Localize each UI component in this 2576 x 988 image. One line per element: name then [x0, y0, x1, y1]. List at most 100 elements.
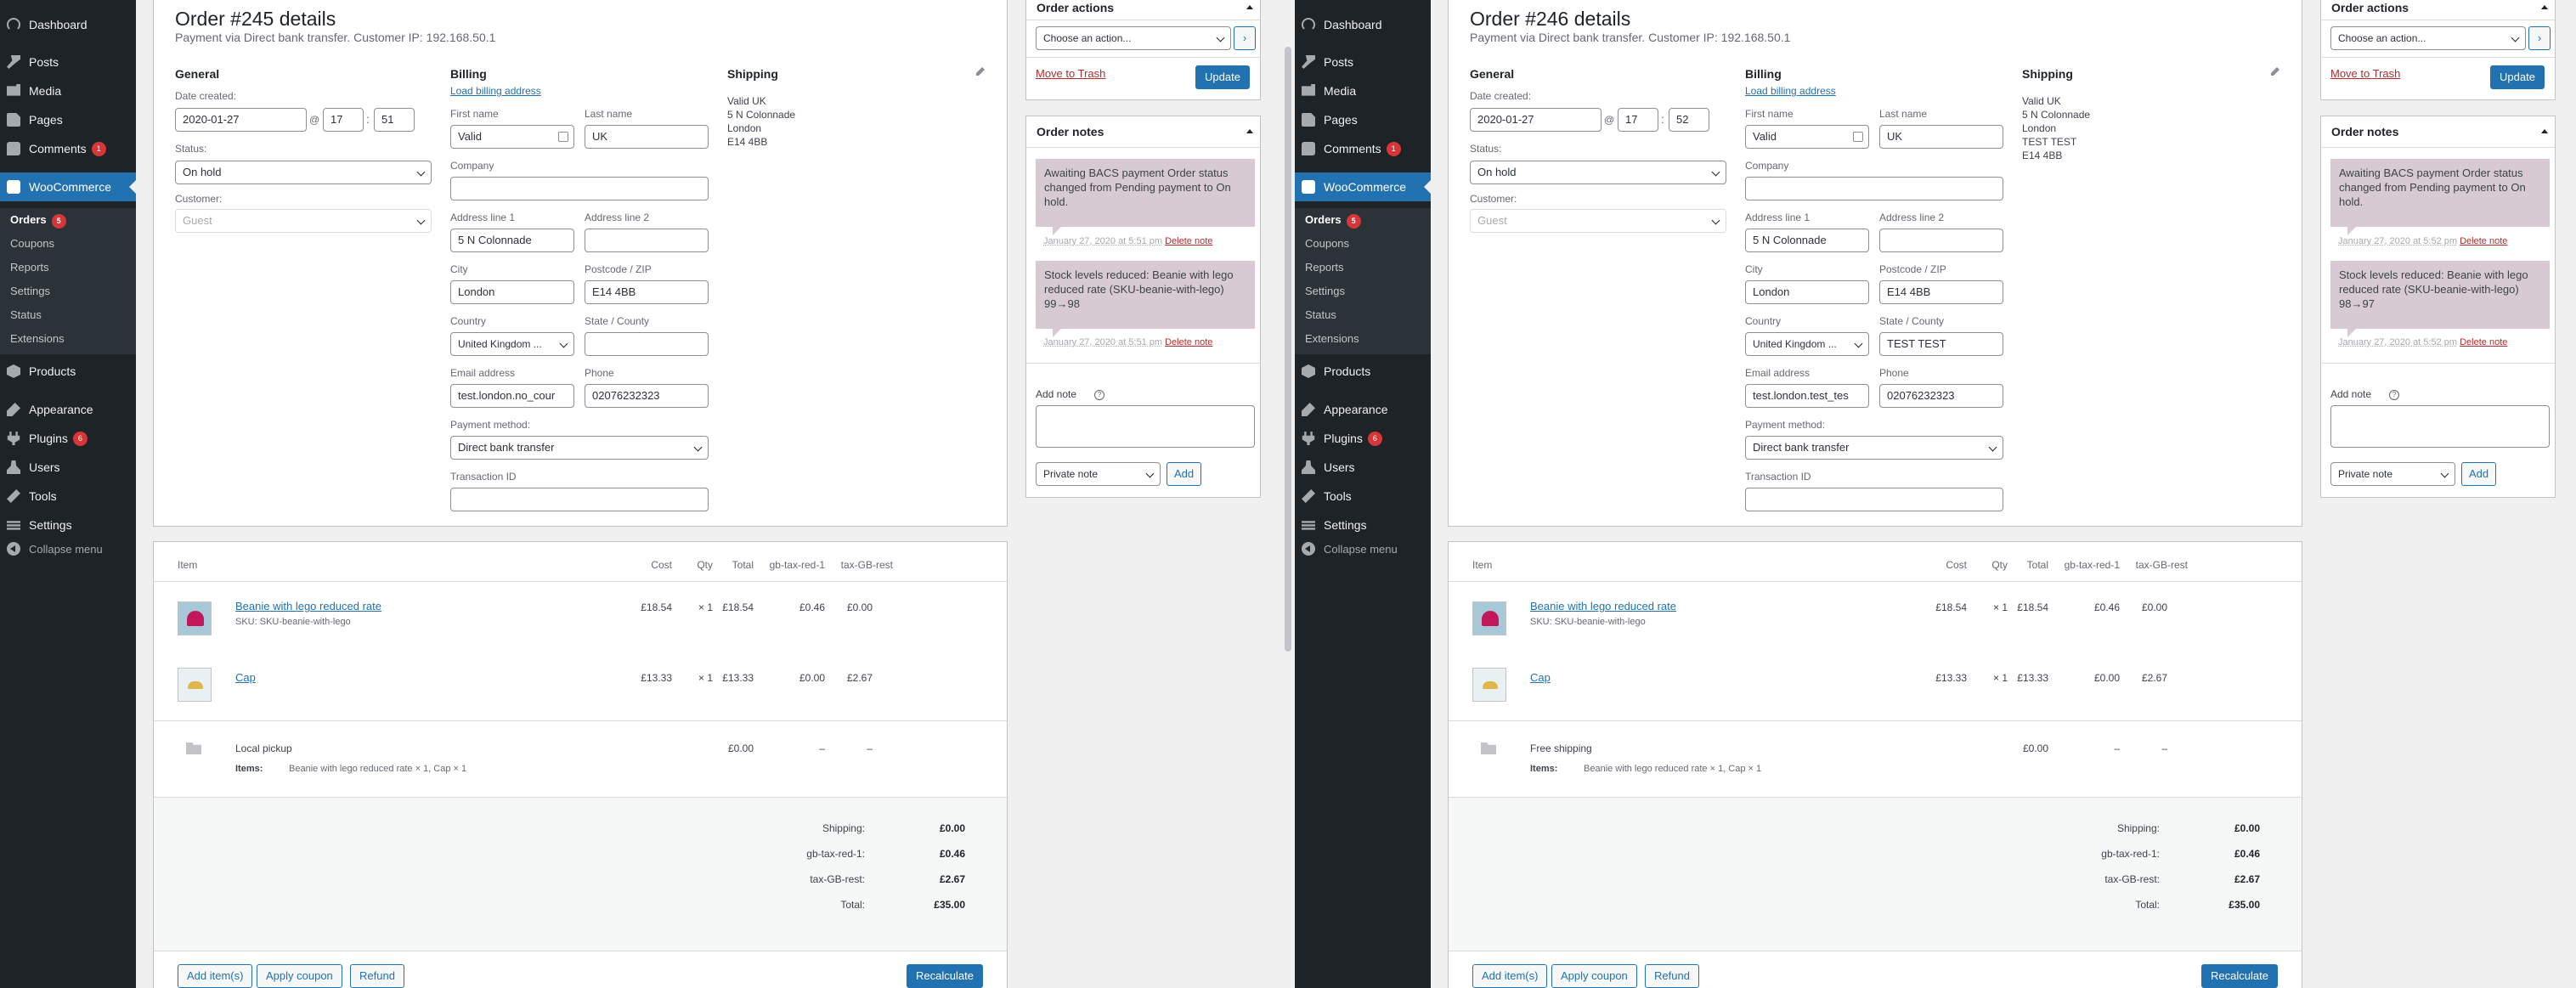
customer-select[interactable]: Guest: [1470, 209, 1726, 233]
apply-coupon-button[interactable]: Apply coupon: [257, 964, 342, 988]
move-to-trash-link[interactable]: Move to Trash: [2330, 67, 2400, 80]
billing-city-field[interactable]: London: [1745, 280, 1869, 304]
menu-comments[interactable]: Comments 1: [1295, 134, 1431, 163]
submenu-extensions[interactable]: Extensions: [1305, 327, 1359, 351]
menu-dashboard[interactable]: Dashboard: [0, 10, 136, 39]
hour-field[interactable]: 17: [323, 108, 364, 132]
status-select[interactable]: On hold: [1470, 161, 1726, 184]
menu-settings[interactable]: Settings: [0, 511, 136, 539]
status-select[interactable]: On hold: [175, 161, 432, 184]
item-name-link[interactable]: Cap: [235, 671, 256, 684]
customer-select[interactable]: Guest: [175, 209, 432, 233]
menu-media[interactable]: Media: [0, 76, 136, 105]
menu-products[interactable]: Products: [0, 357, 136, 386]
billing-state-field[interactable]: [585, 332, 709, 356]
minute-field[interactable]: 52: [1669, 108, 1709, 132]
menu-posts[interactable]: Posts: [0, 48, 136, 76]
menu-settings[interactable]: Settings: [1295, 511, 1431, 539]
collapse-panel-icon[interactable]: [1246, 5, 1253, 9]
menu-media[interactable]: Media: [1295, 76, 1431, 105]
menu-woocommerce[interactable]: WooCommerce: [0, 172, 136, 201]
delete-note-link[interactable]: Delete note: [2460, 236, 2507, 246]
menu-users[interactable]: Users: [0, 453, 136, 482]
edit-pencil-icon[interactable]: [2271, 67, 2279, 76]
item-name-link[interactable]: Beanie with lego reduced rate: [235, 600, 381, 613]
order-action-select[interactable]: Choose an action...: [2330, 26, 2526, 50]
collapse-menu-button[interactable]: Collapse menu: [1302, 542, 1398, 556]
help-icon[interactable]: ?: [2389, 390, 2399, 400]
billing-address-1-field[interactable]: 5 N Colonnade: [450, 229, 574, 252]
submenu-reports[interactable]: Reports: [1305, 256, 1344, 279]
menu-plugins[interactable]: Plugins 6: [0, 424, 136, 453]
submenu-status[interactable]: Status: [1305, 303, 1336, 327]
submenu-extensions[interactable]: Extensions: [10, 327, 65, 351]
submenu-status[interactable]: Status: [10, 303, 42, 327]
billing-company-field[interactable]: [450, 177, 709, 200]
order-action-select[interactable]: Choose an action...: [1036, 26, 1231, 50]
add-items-button[interactable]: Add item(s): [1472, 964, 1548, 988]
recalculate-button[interactable]: Recalculate: [907, 964, 983, 988]
minute-field[interactable]: 51: [374, 108, 415, 132]
billing-country-select[interactable]: United Kingdom ...: [1745, 332, 1869, 356]
billing-postcode-field[interactable]: E14 4BB: [1879, 280, 2003, 304]
note-type-select[interactable]: Private note: [1036, 462, 1161, 486]
billing-postcode-field[interactable]: E14 4BB: [585, 280, 709, 304]
note-textarea[interactable]: [2330, 405, 2550, 448]
billing-address-2-field[interactable]: [585, 229, 709, 252]
collapse-panel-icon[interactable]: [2541, 129, 2548, 133]
submenu-reports[interactable]: Reports: [10, 256, 49, 279]
refund-button[interactable]: Refund: [350, 964, 404, 988]
menu-dashboard[interactable]: Dashboard: [1295, 10, 1431, 39]
apply-action-button[interactable]: ›: [1234, 26, 1256, 50]
apply-action-button[interactable]: ›: [2528, 26, 2551, 50]
menu-pages[interactable]: Pages: [0, 105, 136, 134]
item-name-link[interactable]: Cap: [1530, 671, 1551, 684]
collapse-panel-icon[interactable]: [2541, 5, 2548, 9]
help-icon[interactable]: ?: [1094, 390, 1104, 400]
billing-address-1-field[interactable]: 5 N Colonnade: [1745, 229, 1869, 252]
add-note-button[interactable]: Add: [1167, 462, 1202, 486]
recalculate-button[interactable]: Recalculate: [2201, 964, 2278, 988]
update-button[interactable]: Update: [2490, 65, 2545, 89]
menu-appearance[interactable]: Appearance: [0, 395, 136, 424]
move-to-trash-link[interactable]: Move to Trash: [1036, 67, 1105, 80]
edit-pencil-icon[interactable]: [976, 67, 985, 76]
delete-note-link[interactable]: Delete note: [1165, 337, 1212, 347]
billing-last-name-field[interactable]: UK: [1879, 125, 2003, 149]
delete-note-link[interactable]: Delete note: [1165, 236, 1212, 246]
billing-state-field[interactable]: TEST TEST: [1879, 332, 2003, 356]
collapse-menu-button[interactable]: Collapse menu: [7, 542, 103, 556]
billing-phone-field[interactable]: 02076232323: [585, 384, 709, 408]
menu-posts[interactable]: Posts: [1295, 48, 1431, 76]
note-textarea[interactable]: [1036, 405, 1255, 448]
menu-tools[interactable]: Tools: [0, 482, 136, 511]
load-billing-address-link[interactable]: Load billing address: [1745, 85, 1836, 97]
delete-note-link[interactable]: Delete note: [2460, 337, 2507, 347]
menu-plugins[interactable]: Plugins 6: [1295, 424, 1431, 453]
billing-email-field[interactable]: test.london.no_cour: [450, 384, 574, 408]
add-note-button[interactable]: Add: [2461, 462, 2497, 486]
payment-method-select[interactable]: Direct bank transfer: [1745, 436, 2003, 460]
menu-woocommerce[interactable]: WooCommerce: [1295, 172, 1431, 201]
billing-first-name-field[interactable]: Valid: [1745, 125, 1869, 149]
billing-address-2-field[interactable]: [1879, 229, 2003, 252]
update-button[interactable]: Update: [1195, 65, 1250, 89]
billing-first-name-field[interactable]: Valid: [450, 125, 574, 149]
payment-method-select[interactable]: Direct bank transfer: [450, 436, 709, 460]
item-name-link[interactable]: Beanie with lego reduced rate: [1530, 600, 1676, 613]
menu-products[interactable]: Products: [1295, 357, 1431, 386]
date-created-field[interactable]: 2020-01-27: [1470, 108, 1602, 132]
load-billing-address-link[interactable]: Load billing address: [450, 85, 541, 97]
hour-field[interactable]: 17: [1618, 108, 1658, 132]
menu-comments[interactable]: Comments 1: [0, 134, 136, 163]
refund-button[interactable]: Refund: [1645, 964, 1699, 988]
billing-email-field[interactable]: test.london.test_tes: [1745, 384, 1869, 408]
apply-coupon-button[interactable]: Apply coupon: [1551, 964, 1637, 988]
submenu-orders[interactable]: Orders 5: [1305, 208, 1361, 232]
billing-phone-field[interactable]: 02076232323: [1879, 384, 2003, 408]
submenu-coupons[interactable]: Coupons: [10, 232, 54, 256]
note-type-select[interactable]: Private note: [2330, 462, 2455, 486]
billing-city-field[interactable]: London: [450, 280, 574, 304]
menu-appearance[interactable]: Appearance: [1295, 395, 1431, 424]
menu-tools[interactable]: Tools: [1295, 482, 1431, 511]
